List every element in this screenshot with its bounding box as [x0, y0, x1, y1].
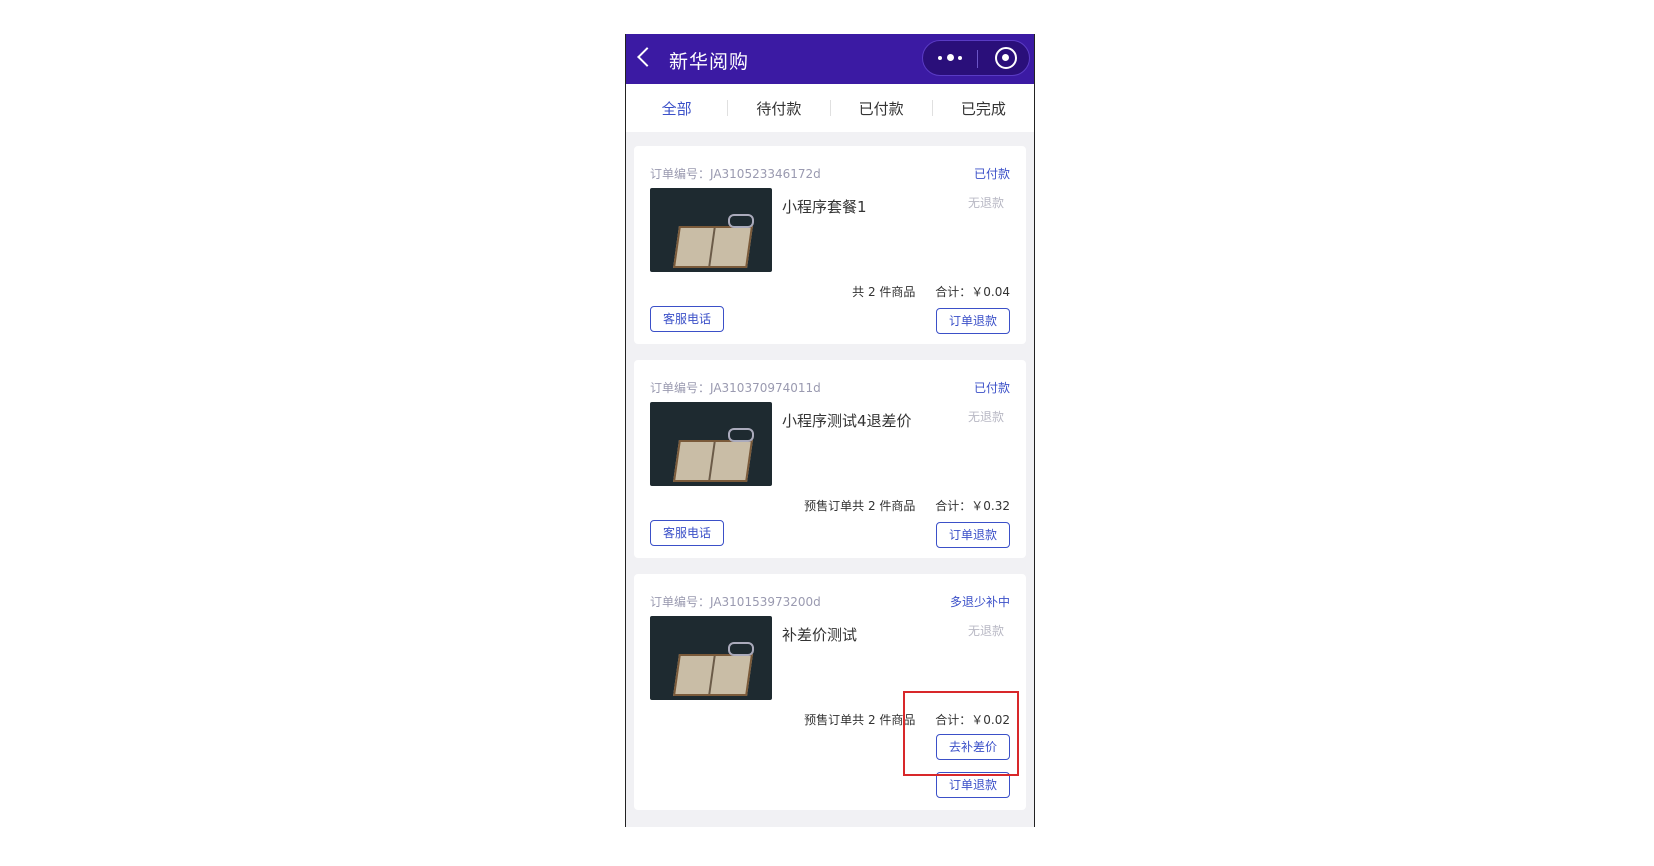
glasses-image	[728, 214, 754, 228]
tab-paid[interactable]: 已付款	[831, 98, 932, 119]
order-status: 已付款	[973, 167, 1010, 181]
refund-tag: 无退款	[967, 196, 1004, 210]
customer-service-button[interactable]: 客服电话	[650, 306, 725, 332]
glasses-image	[728, 642, 754, 656]
order-refund-button[interactable]: 订单退款	[935, 308, 1010, 334]
item-count: 预售订单共 2 件商品	[804, 499, 916, 513]
order-tabs: 全部 待付款 已付款 已完成	[626, 84, 1034, 132]
order-total: 合计：￥0.32	[935, 499, 1010, 513]
item-count: 共 2 件商品	[852, 285, 916, 299]
item-count: 预售订单共 2 件商品	[804, 713, 916, 727]
product-name[interactable]: 补差价测试	[782, 624, 857, 700]
product-image[interactable]	[650, 188, 772, 272]
product-image[interactable]	[650, 402, 772, 486]
order-status: 已付款	[973, 381, 1010, 395]
capsule-divider	[977, 50, 978, 68]
more-dots-icon[interactable]	[938, 51, 966, 65]
tab-all[interactable]: 全部	[626, 98, 727, 119]
book-image	[673, 440, 753, 482]
book-image	[673, 654, 753, 696]
chevron-left-icon[interactable]	[637, 47, 657, 67]
page-title: 新华阅购	[669, 51, 750, 73]
record-target-icon[interactable]	[995, 47, 1017, 69]
book-image	[673, 226, 753, 268]
refund-tag: 无退款	[967, 624, 1004, 638]
miniprogram-capsule	[922, 40, 1030, 76]
tab-completed[interactable]: 已完成	[933, 98, 1034, 119]
product-name[interactable]: 小程序测试4退差价	[782, 410, 912, 486]
order-total: 合计：￥0.04	[935, 285, 1010, 299]
order-number: 订单编号：JA310370974011d	[650, 381, 821, 395]
order-card[interactable]: 订单编号：JA310523346172d 已付款 小程序套餐1 无退款 共 2 …	[634, 146, 1026, 344]
tab-pending-payment[interactable]: 待付款	[728, 98, 829, 119]
highlight-annotation-box	[903, 691, 1019, 776]
customer-service-button[interactable]: 客服电话	[650, 520, 725, 546]
order-status: 多退少补中	[949, 595, 1010, 609]
order-refund-button[interactable]: 订单退款	[935, 522, 1010, 548]
product-name[interactable]: 小程序套餐1	[782, 196, 867, 272]
refund-tag: 无退款	[967, 410, 1004, 424]
glasses-image	[728, 428, 754, 442]
order-card[interactable]: 订单编号：JA310370974011d 已付款 小程序测试4退差价 无退款 预…	[634, 360, 1026, 558]
order-number: 订单编号：JA310153973200d	[650, 595, 821, 609]
navbar: 新华阅购	[626, 34, 1034, 84]
product-image[interactable]	[650, 616, 772, 700]
order-number: 订单编号：JA310523346172d	[650, 167, 821, 181]
